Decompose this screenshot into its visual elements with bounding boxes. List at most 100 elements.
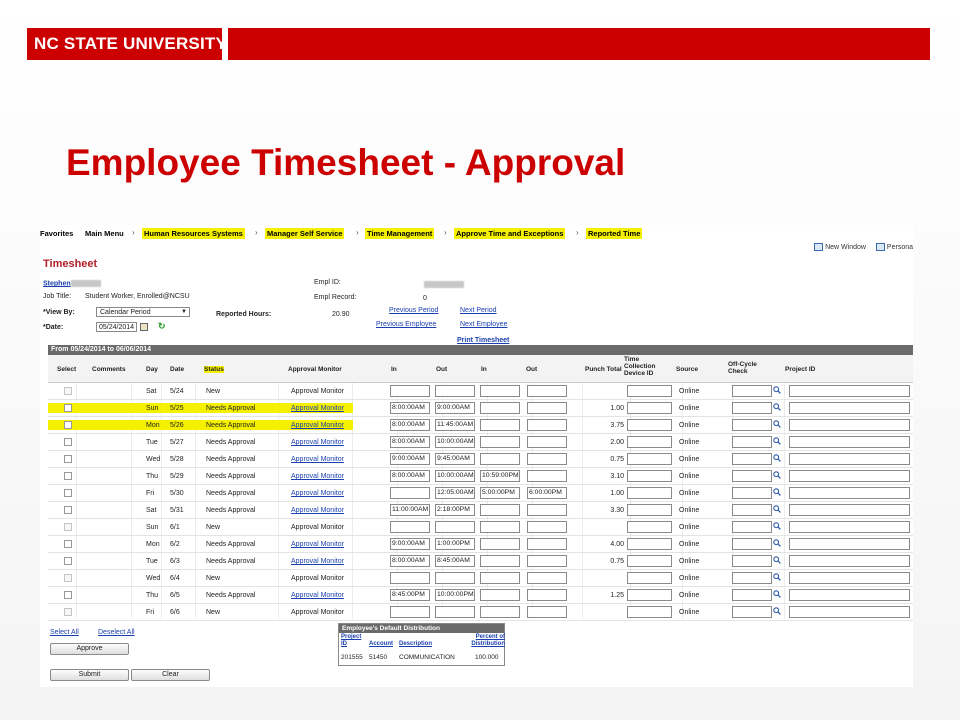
row-in-1-field[interactable] [390,487,430,499]
row-out-2-field[interactable] [527,419,567,431]
row-approval-monitor[interactable]: Approval Monitor [291,592,344,599]
select-all-link[interactable]: Select All [50,629,79,636]
row-off-cycle-field[interactable] [732,419,772,431]
lookup-magnifier-icon[interactable] [773,386,781,394]
row-project-id-field[interactable] [789,436,910,448]
row-out-2-field[interactable] [527,402,567,414]
row-out-2-field[interactable] [527,555,567,567]
row-project-id-field[interactable] [789,470,910,482]
next-employee-link[interactable]: Next Employee [460,321,507,328]
row-project-id-field[interactable] [789,487,910,499]
row-in-2-field[interactable] [480,572,520,584]
lookup-magnifier-icon[interactable] [773,437,781,445]
row-off-cycle-field[interactable] [732,487,772,499]
row-project-id-field[interactable] [789,504,910,516]
row-out-1-field[interactable]: 9:00:00AM [435,402,475,414]
row-tcd-id-field[interactable] [627,402,672,414]
row-out-2-field[interactable]: 6:00:00PM [527,487,567,499]
row-project-id-field[interactable] [789,538,910,550]
row-out-1-field[interactable]: 11:45:00AM [435,419,475,431]
row-tcd-id-field[interactable] [627,606,672,618]
row-tcd-id-field[interactable] [627,555,672,567]
row-select-checkbox[interactable] [64,404,72,412]
dist-col-project-id[interactable]: Project ID [341,634,367,651]
row-out-1-field[interactable]: 1:00:00PM [435,538,475,550]
row-out-1-field[interactable]: 9:45:00AM [435,453,475,465]
lookup-magnifier-icon[interactable] [773,505,781,513]
row-tcd-id-field[interactable] [627,521,672,533]
row-out-1-field[interactable]: 2:18:00PM [435,504,475,516]
row-tcd-id-field[interactable] [627,589,672,601]
row-out-2-field[interactable] [527,606,567,618]
lookup-magnifier-icon[interactable] [773,454,781,462]
row-tcd-id-field[interactable] [627,470,672,482]
row-in-2-field[interactable] [480,419,520,431]
row-in-1-field[interactable] [390,572,430,584]
row-approval-monitor[interactable]: Approval Monitor [291,490,344,497]
print-timesheet-link[interactable]: Print Timesheet [457,337,509,344]
row-in-1-field[interactable]: 8:00:00AM [390,555,430,567]
row-out-1-field[interactable] [435,572,475,584]
previous-period-link[interactable]: Previous Period [389,307,438,314]
lookup-magnifier-icon[interactable] [773,556,781,564]
row-off-cycle-field[interactable] [732,521,772,533]
row-in-2-field[interactable] [480,538,520,550]
view-by-select[interactable]: Calendar Period ▼ [96,307,190,317]
submit-button[interactable]: Submit [50,669,129,681]
row-project-id-field[interactable] [789,385,910,397]
row-project-id-field[interactable] [789,606,910,618]
lookup-magnifier-icon[interactable] [773,539,781,547]
row-out-1-field[interactable] [435,385,475,397]
row-select-checkbox[interactable] [64,472,72,480]
row-tcd-id-field[interactable] [627,436,672,448]
menu-human-resources-systems[interactable]: Human Resources Systems [142,228,245,239]
row-in-2-field[interactable] [480,436,520,448]
row-select-checkbox[interactable] [64,438,72,446]
row-tcd-id-field[interactable] [627,572,672,584]
row-tcd-id-field[interactable] [627,487,672,499]
row-out-2-field[interactable] [527,470,567,482]
refresh-icon[interactable]: ↻ [158,321,166,332]
lookup-magnifier-icon[interactable] [773,573,781,581]
row-in-1-field[interactable]: 8:00:00AM [390,402,430,414]
row-project-id-field[interactable] [789,419,910,431]
lookup-magnifier-icon[interactable] [773,420,781,428]
deselect-all-link[interactable]: Deselect All [98,629,135,636]
row-approval-monitor[interactable]: Approval Monitor [291,439,344,446]
row-off-cycle-field[interactable] [732,436,772,448]
row-out-1-field[interactable] [435,521,475,533]
row-out-2-field[interactable] [527,572,567,584]
menu-manager-self-service[interactable]: Manager Self Service [265,228,345,239]
row-in-1-field[interactable]: 9:00:00AM [390,453,430,465]
lookup-magnifier-icon[interactable] [773,403,781,411]
row-in-2-field[interactable] [480,606,520,618]
row-out-2-field[interactable] [527,436,567,448]
menu-time-management[interactable]: Time Management [365,228,435,239]
row-approval-monitor[interactable]: Approval Monitor [291,456,344,463]
menu-main-menu[interactable]: Main Menu [85,229,124,238]
row-in-2-field[interactable]: 5:00:00PM [480,487,520,499]
row-in-1-field[interactable]: 8:00:00AM [390,419,430,431]
row-off-cycle-field[interactable] [732,385,772,397]
row-in-2-field[interactable] [480,453,520,465]
row-out-2-field[interactable] [527,385,567,397]
row-project-id-field[interactable] [789,453,910,465]
lookup-magnifier-icon[interactable] [773,471,781,479]
row-off-cycle-field[interactable] [732,572,772,584]
lookup-magnifier-icon[interactable] [773,590,781,598]
row-out-1-field[interactable] [435,606,475,618]
date-input[interactable]: 05/24/2014 [96,322,137,332]
lookup-magnifier-icon[interactable] [773,488,781,496]
row-off-cycle-field[interactable] [732,453,772,465]
next-period-link[interactable]: Next Period [460,307,497,314]
row-approval-monitor[interactable]: Approval Monitor [291,422,344,429]
row-select-checkbox[interactable] [64,540,72,548]
menu-favorites[interactable]: Favorites [40,229,73,238]
row-project-id-field[interactable] [789,521,910,533]
row-out-1-field[interactable]: 10:00:00AM [435,470,475,482]
row-tcd-id-field[interactable] [627,538,672,550]
new-window-link[interactable]: New Window [814,243,866,251]
menu-approve-time[interactable]: Approve Time and Exceptions [454,228,566,239]
row-in-1-field[interactable] [390,606,430,618]
employee-name[interactable]: Stephen [43,280,101,287]
